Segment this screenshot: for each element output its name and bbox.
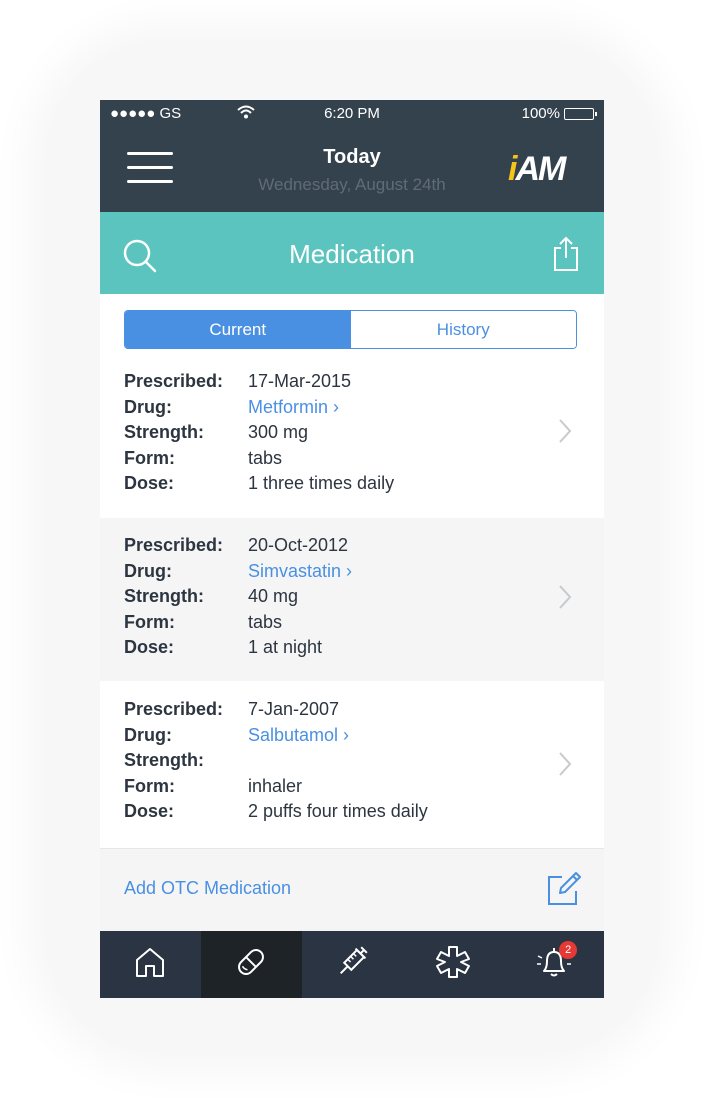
strength-label: Strength: (124, 422, 204, 442)
tab-home[interactable] (100, 931, 201, 998)
battery-status: 100% (521, 105, 597, 122)
drug-link[interactable]: Salbutamol › (248, 725, 349, 746)
drug-label: Drug: (124, 397, 172, 417)
form-value: inhaler (248, 776, 303, 796)
tab-current[interactable]: Current (125, 311, 351, 348)
medical-star-icon (435, 944, 471, 985)
drug-link[interactable]: Metformin › (248, 397, 339, 418)
medication-item[interactable]: Prescribed: 17-Mar-2015 Drug: Metformin … (100, 358, 604, 518)
edit-icon[interactable] (546, 871, 582, 912)
chevron-right-icon[interactable] (558, 584, 572, 615)
medication-item[interactable]: Prescribed: 20-Oct-2012 Drug: Simvastati… (100, 518, 604, 681)
battery-icon (564, 107, 597, 120)
add-otc-medication-link[interactable]: Add OTC Medication (124, 878, 291, 899)
form-label: Form: (124, 776, 175, 796)
status-bar: ●●●●● GS 6:20 PM 100% (100, 100, 604, 126)
form-value: tabs (248, 612, 283, 632)
drug-label: Drug: (124, 725, 172, 745)
notification-badge: 2 (559, 941, 578, 959)
share-icon[interactable] (552, 236, 580, 277)
dose-value: 2 puffs four times daily (248, 801, 428, 821)
drug-label: Drug: (124, 561, 172, 581)
form-value: tabs (248, 448, 283, 468)
dose-label: Dose: (124, 801, 175, 821)
tab-medical[interactable] (402, 931, 503, 998)
prescribed-value: 17-Mar-2015 (248, 371, 352, 391)
add-otc-bar: Add OTC Medication (100, 849, 604, 931)
dose-label: Dose: (124, 473, 175, 493)
strength-label: Strength: (124, 750, 204, 770)
app-header: Today Wednesday, August 24th iAM (100, 126, 604, 212)
syringe-icon (334, 944, 370, 985)
tab-notifications[interactable]: 2 (503, 931, 604, 998)
iam-logo: iAM (508, 150, 566, 188)
strength-label: Strength: (124, 586, 204, 606)
prescribed-label: Prescribed: (124, 371, 224, 391)
battery-percent: 100% (521, 105, 560, 122)
bottom-tab-bar: 2 (100, 931, 604, 998)
tab-history[interactable]: History (350, 311, 576, 348)
home-icon (133, 945, 167, 984)
medication-tabs: Current History (124, 310, 577, 349)
medication-item[interactable]: Prescribed: 7-Jan-2007 Drug: Salbutamol … (100, 681, 604, 848)
prescribed-value: 20-Oct-2012 (248, 535, 349, 555)
prescribed-label: Prescribed: (124, 535, 224, 555)
strength-value: 300 mg (248, 422, 309, 442)
tab-medication[interactable] (200, 931, 302, 998)
section-title: Medication (289, 239, 415, 269)
tab-vaccinations[interactable] (302, 931, 403, 998)
drug-link[interactable]: Simvastatin › (248, 561, 352, 582)
chevron-right-icon[interactable] (558, 418, 572, 449)
dose-value: 1 at night (248, 637, 323, 657)
form-label: Form: (124, 448, 175, 468)
prescribed-label: Prescribed: (124, 699, 224, 719)
dose-label: Dose: (124, 637, 175, 657)
pill-icon (233, 944, 269, 985)
form-label: Form: (124, 612, 175, 632)
chevron-right-icon[interactable] (558, 751, 572, 782)
section-bar: Medication (100, 212, 604, 294)
prescribed-value: 7-Jan-2007 (248, 699, 340, 719)
strength-value: 40 mg (248, 586, 299, 606)
phone-screen: ●●●●● GS 6:20 PM 100% Today Wednesday, A… (100, 100, 604, 998)
dose-value: 1 three times daily (248, 473, 395, 493)
